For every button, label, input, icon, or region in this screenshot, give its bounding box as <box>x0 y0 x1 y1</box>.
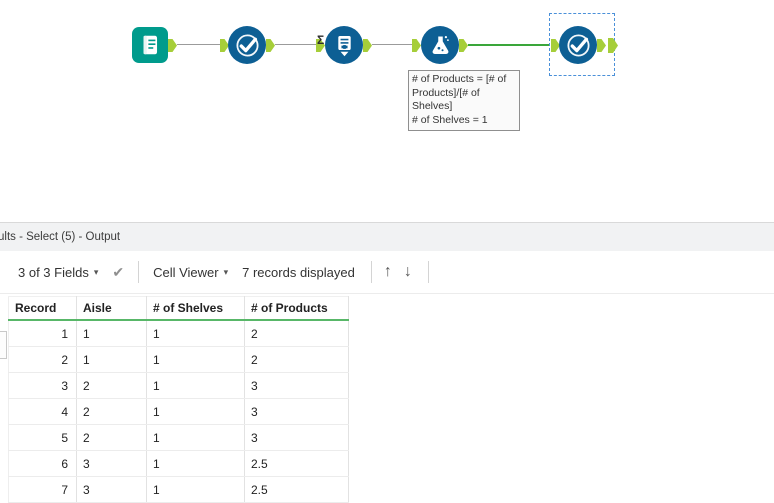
table-row: 3213 <box>8 372 349 399</box>
results-table-wrap: Record Aisle # of Shelves # of Products 111… <box>8 296 349 503</box>
tool-annotation[interactable]: # of Products = [# of Products]/[# of Sh… <box>408 70 520 131</box>
output-anchor-icon[interactable] <box>168 39 177 52</box>
formula-tool[interactable] <box>421 26 459 64</box>
output-anchor-icon[interactable] <box>363 39 372 52</box>
table-cell[interactable]: 3 <box>76 476 147 503</box>
column-header[interactable]: # of Shelves <box>146 296 245 321</box>
results-toolbar: 3 of 3 Fields ▾ ✔ Cell Viewer ▾ 7 record… <box>0 251 774 294</box>
results-title: ults - Select (5) - Output <box>0 231 121 243</box>
select-tool-selected[interactable] <box>559 26 597 64</box>
input-data-icon <box>143 35 158 55</box>
fields-dropdown[interactable]: 3 of 3 Fields ▾ <box>18 265 98 280</box>
table-cell[interactable]: 1 <box>146 450 245 477</box>
results-table: Record Aisle # of Shelves # of Products 111… <box>8 296 349 503</box>
records-displayed-label: 7 records displayed <box>242 264 355 280</box>
column-header[interactable]: Record <box>8 296 77 321</box>
table-row: 2112 <box>8 346 349 373</box>
toolbar-separator <box>427 261 429 283</box>
cell-viewer-dropdown[interactable]: Cell Viewer ▾ <box>153 265 228 280</box>
results-titlebar: ults - Select (5) - Output <box>0 222 774 252</box>
output-anchor-icon[interactable] <box>266 39 275 52</box>
chevron-down-icon: ▾ <box>93 266 99 277</box>
table-cell[interactable]: 1 <box>146 320 245 347</box>
table-cell[interactable]: 3 <box>244 398 349 425</box>
table-cell[interactable]: 1 <box>146 346 245 373</box>
formula-flask-icon <box>432 35 449 54</box>
table-cell[interactable]: 3 <box>244 372 349 399</box>
connection-wire-selected[interactable] <box>468 44 550 46</box>
table-row: 6 3 1 2.5 <box>8 450 349 477</box>
select-check-icon <box>235 33 259 57</box>
table-cell[interactable]: 1 <box>146 424 245 451</box>
table-cell[interactable]: 4 <box>8 398 77 425</box>
table-cell[interactable]: 2 <box>76 398 147 425</box>
input-anchor-icon[interactable] <box>412 39 421 52</box>
table-cell[interactable]: 1 <box>76 346 147 373</box>
annotation-line: # of Products = [# of Products]/[# of Sh… <box>412 73 507 113</box>
chevron-down-icon: ▾ <box>223 266 229 277</box>
table-header-row: Record Aisle # of Shelves # of Products <box>8 296 349 321</box>
summarize-icon <box>337 35 351 56</box>
table-row: 5213 <box>8 424 349 451</box>
fields-dropdown-label: 3 of 3 Fields <box>18 264 89 280</box>
select-check-icon <box>566 33 590 57</box>
connection-wire[interactable] <box>177 44 220 45</box>
table-cell[interactable]: 2.5 <box>244 450 349 477</box>
cell-viewer-label: Cell Viewer <box>153 264 219 280</box>
table-cell[interactable]: 3 <box>8 372 77 399</box>
table-cell[interactable]: 2 <box>244 346 349 373</box>
arrow-down-icon[interactable]: ↓ <box>404 264 412 280</box>
table-cell[interactable]: 2 <box>8 346 77 373</box>
arrow-up-icon[interactable]: ↑ <box>384 264 392 280</box>
toolbar-separator <box>138 261 140 283</box>
table-cell[interactable]: 1 <box>146 398 245 425</box>
table-cell[interactable]: 6 <box>8 450 77 477</box>
connection-wire[interactable] <box>275 44 316 45</box>
summarize-tool[interactable] <box>325 26 363 64</box>
table-cell[interactable]: 7 <box>8 476 77 503</box>
column-header[interactable]: # of Products <box>244 296 349 321</box>
table-cell[interactable]: 2.5 <box>244 476 349 503</box>
panel-edge-fragment <box>0 331 7 359</box>
column-header[interactable]: Aisle <box>76 296 147 321</box>
table-cell[interactable]: 1 <box>8 320 77 347</box>
connection-wire[interactable] <box>372 44 412 45</box>
table-cell[interactable]: 1 <box>146 476 245 503</box>
table-row: 1112 <box>8 320 349 347</box>
select-tool[interactable] <box>228 26 266 64</box>
table-cell[interactable]: 3 <box>244 424 349 451</box>
table-cell[interactable]: 5 <box>8 424 77 451</box>
workflow-canvas[interactable]: Σ # of Products = [# of Products]/[# of … <box>0 0 774 222</box>
table-cell[interactable]: 2 <box>76 372 147 399</box>
table-cell[interactable]: 1 <box>76 320 147 347</box>
output-anchor-icon[interactable] <box>459 39 468 52</box>
table-cell[interactable]: 2 <box>244 320 349 347</box>
table-row: 4213 <box>8 398 349 425</box>
sigma-glyph: Σ <box>317 33 325 47</box>
annotation-line: # of Shelves = 1 <box>412 113 488 126</box>
output-anchor-icon[interactable] <box>608 38 618 53</box>
apply-check-icon[interactable]: ✔ <box>112 264 124 281</box>
table-row: 7 3 1 2.5 <box>8 476 349 503</box>
table-cell[interactable]: 1 <box>146 372 245 399</box>
table-cell[interactable]: 2 <box>76 424 147 451</box>
table-cell[interactable]: 3 <box>76 450 147 477</box>
toolbar-separator <box>370 261 372 283</box>
input-data-tool[interactable] <box>132 27 168 63</box>
